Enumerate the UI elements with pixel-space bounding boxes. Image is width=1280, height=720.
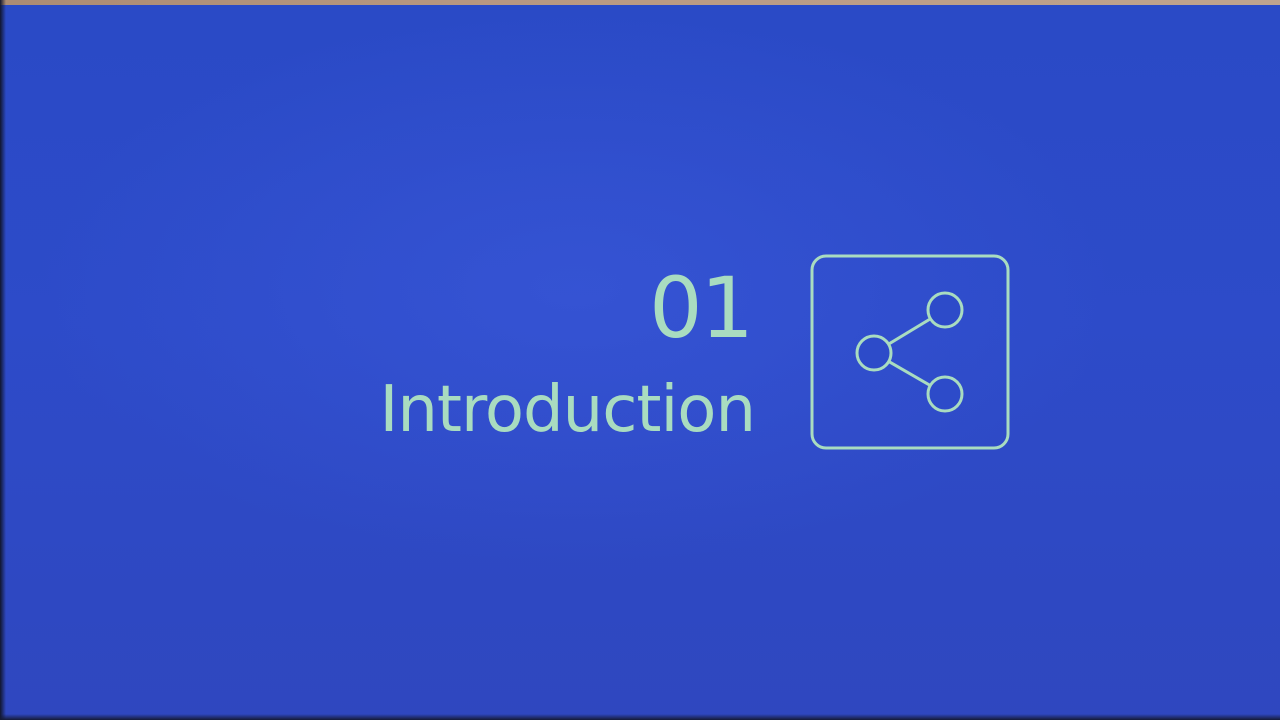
section-number: 01 xyxy=(649,259,754,357)
bottom-edge-shadow xyxy=(0,714,1280,720)
share-icon xyxy=(810,254,1010,450)
left-edge-shadow xyxy=(0,0,6,720)
section-title: Introduction xyxy=(379,373,756,447)
presentation-slide: 01 Introduction xyxy=(0,0,1280,720)
top-window-strip xyxy=(0,0,1280,5)
